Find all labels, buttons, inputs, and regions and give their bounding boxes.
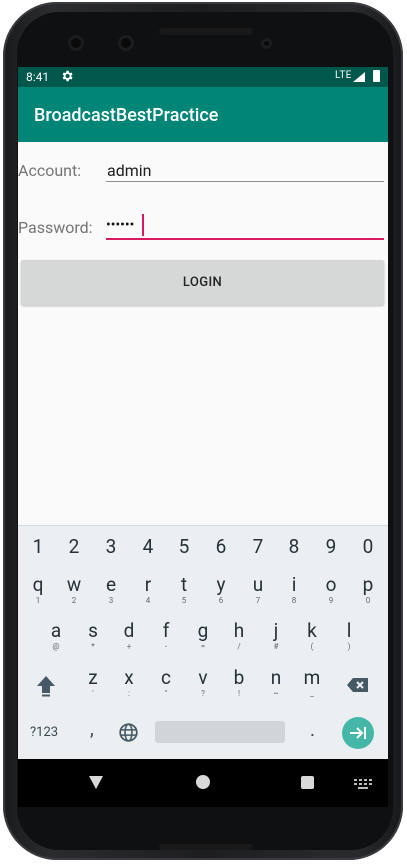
text-cursor: [142, 214, 144, 236]
space-bar[interactable]: [155, 721, 285, 743]
account-label: Account:: [18, 161, 82, 180]
globe-icon[interactable]: [118, 722, 139, 743]
key-6[interactable]: 6: [211, 537, 231, 557]
signal-icon: [353, 72, 365, 82]
key-b[interactable]: b!: [229, 668, 249, 699]
key-c[interactable]: c ": [156, 668, 176, 699]
key-f[interactable]: f-: [156, 621, 176, 652]
password-input-underline: [106, 238, 384, 240]
home-icon[interactable]: [196, 775, 210, 789]
key-v[interactable]: v?: [193, 668, 213, 699]
key-u[interactable]: u7: [248, 575, 268, 606]
front-camera-icon: [68, 35, 84, 51]
network-type: LTE: [335, 70, 352, 81]
key-k[interactable]: k(: [302, 621, 322, 652]
keyboard-switch-icon[interactable]: [354, 779, 372, 789]
key-7[interactable]: 7: [248, 537, 268, 557]
symbols-key[interactable]: ?123: [30, 725, 58, 740]
backspace-icon[interactable]: [346, 677, 369, 693]
key-s[interactable]: s *: [83, 621, 103, 652]
password-label: Password:: [18, 218, 93, 237]
enter-icon: [350, 727, 366, 739]
key-3[interactable]: 3: [101, 537, 121, 557]
key-p[interactable]: p0: [358, 575, 378, 606]
account-input[interactable]: admin: [107, 161, 151, 180]
enter-key[interactable]: [342, 717, 374, 749]
key-2[interactable]: 2: [64, 537, 84, 557]
key-y[interactable]: y6: [211, 575, 231, 606]
shift-icon[interactable]: [36, 675, 56, 697]
key-4[interactable]: 4: [138, 537, 158, 557]
key-h[interactable]: h /: [229, 621, 249, 652]
key-a[interactable]: a @: [46, 621, 66, 652]
key-z[interactable]: z ': [83, 668, 103, 699]
bottom-speaker: [159, 844, 253, 850]
key-w[interactable]: w2: [64, 575, 84, 606]
key-8[interactable]: 8: [284, 537, 304, 557]
period-key[interactable]: .: [310, 718, 315, 741]
settings-gear-icon: [62, 70, 73, 82]
key-e[interactable]: e3: [101, 575, 121, 606]
key-i[interactable]: i8: [284, 575, 304, 606]
login-button[interactable]: LOGIN: [21, 260, 384, 305]
password-input[interactable]: ••••••: [106, 217, 134, 233]
key-1[interactable]: 1: [28, 537, 48, 557]
earpiece-speaker: [159, 28, 253, 35]
key-q[interactable]: q1: [28, 575, 48, 606]
account-input-underline: [106, 181, 384, 182]
key-r[interactable]: r4: [138, 575, 158, 606]
battery-icon: [373, 70, 380, 82]
key-l[interactable]: l): [339, 621, 359, 652]
device-screen: 8:41 LTE BroadcastBestPractice Account: …: [18, 67, 388, 807]
status-bar: 8:41 LTE: [18, 67, 388, 87]
navigation-bar: [18, 759, 388, 807]
key-t[interactable]: t5: [174, 575, 194, 606]
key-j[interactable]: j #: [266, 621, 286, 652]
key-g[interactable]: g =: [193, 621, 213, 652]
key-0[interactable]: 0: [358, 537, 378, 557]
key-o[interactable]: o9: [321, 575, 341, 606]
app-title: BroadcastBestPractice: [34, 105, 219, 126]
back-icon[interactable]: [88, 774, 104, 790]
recents-icon[interactable]: [301, 776, 314, 789]
key-m[interactable]: m _: [302, 668, 322, 699]
key-x[interactable]: x:: [119, 668, 139, 699]
key-5[interactable]: 5: [174, 537, 194, 557]
key-d[interactable]: d +: [119, 621, 139, 652]
key-9[interactable]: 9: [321, 537, 341, 557]
status-time: 8:41: [26, 70, 50, 84]
key-n[interactable]: n ~: [266, 668, 286, 699]
app-bar: BroadcastBestPractice: [18, 87, 388, 142]
front-sensor-icon: [118, 35, 134, 51]
comma-key[interactable]: ,: [90, 717, 94, 740]
proximity-sensor-icon: [261, 38, 272, 49]
